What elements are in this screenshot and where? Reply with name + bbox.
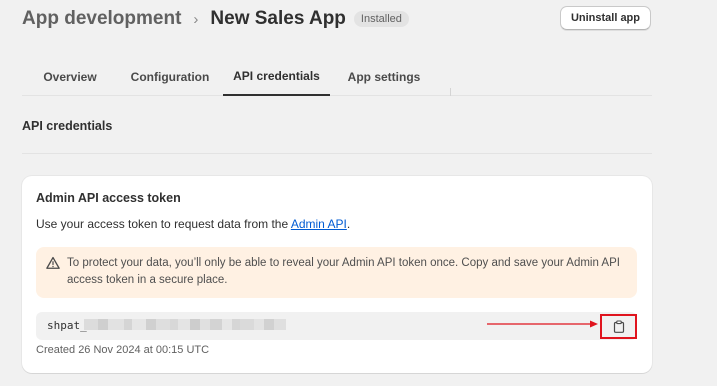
chevron-right-icon: › (193, 10, 199, 28)
card-title: Admin API access token (36, 191, 181, 205)
card-description-period: . (346, 217, 351, 231)
status-badge: Installed (353, 11, 409, 27)
created-timestamp: Created 26 Nov 2024 at 00:15 UTC (36, 344, 210, 356)
tab-api-credentials[interactable]: API credentials (223, 58, 330, 96)
tab-bar: Overview Configuration API credentials A… (22, 58, 652, 96)
annotation-arrow (487, 320, 598, 328)
admin-api-link[interactable]: Admin API (291, 217, 347, 231)
card-description-text: Use your access token to request data fr… (36, 217, 291, 231)
tab-configuration[interactable]: Configuration (118, 58, 222, 96)
section-divider (22, 153, 652, 154)
tab-app-settings[interactable]: App settings (330, 58, 438, 96)
section-title: API credentials (22, 119, 113, 133)
tab-divider (450, 88, 451, 96)
admin-api-token-card: Admin API access token Use your access t… (22, 176, 652, 373)
card-description: Use your access token to request data fr… (36, 217, 350, 231)
tab-overview[interactable]: Overview (22, 58, 118, 96)
uninstall-app-button[interactable]: Uninstall app (559, 6, 651, 30)
token-redacted (84, 319, 296, 330)
page-header: App development › New Sales App Installe… (22, 6, 651, 32)
warning-banner: To protect your data, you’ll only be abl… (36, 247, 637, 298)
warning-icon (46, 256, 60, 269)
copy-token-button[interactable] (600, 314, 637, 339)
clipboard-icon (613, 320, 624, 333)
warning-text: To protect your data, you’ll only be abl… (67, 257, 620, 286)
token-prefix: shpat_ (47, 319, 87, 332)
breadcrumb-app-development[interactable]: App development (22, 8, 181, 30)
page-title: New Sales App (210, 8, 346, 29)
